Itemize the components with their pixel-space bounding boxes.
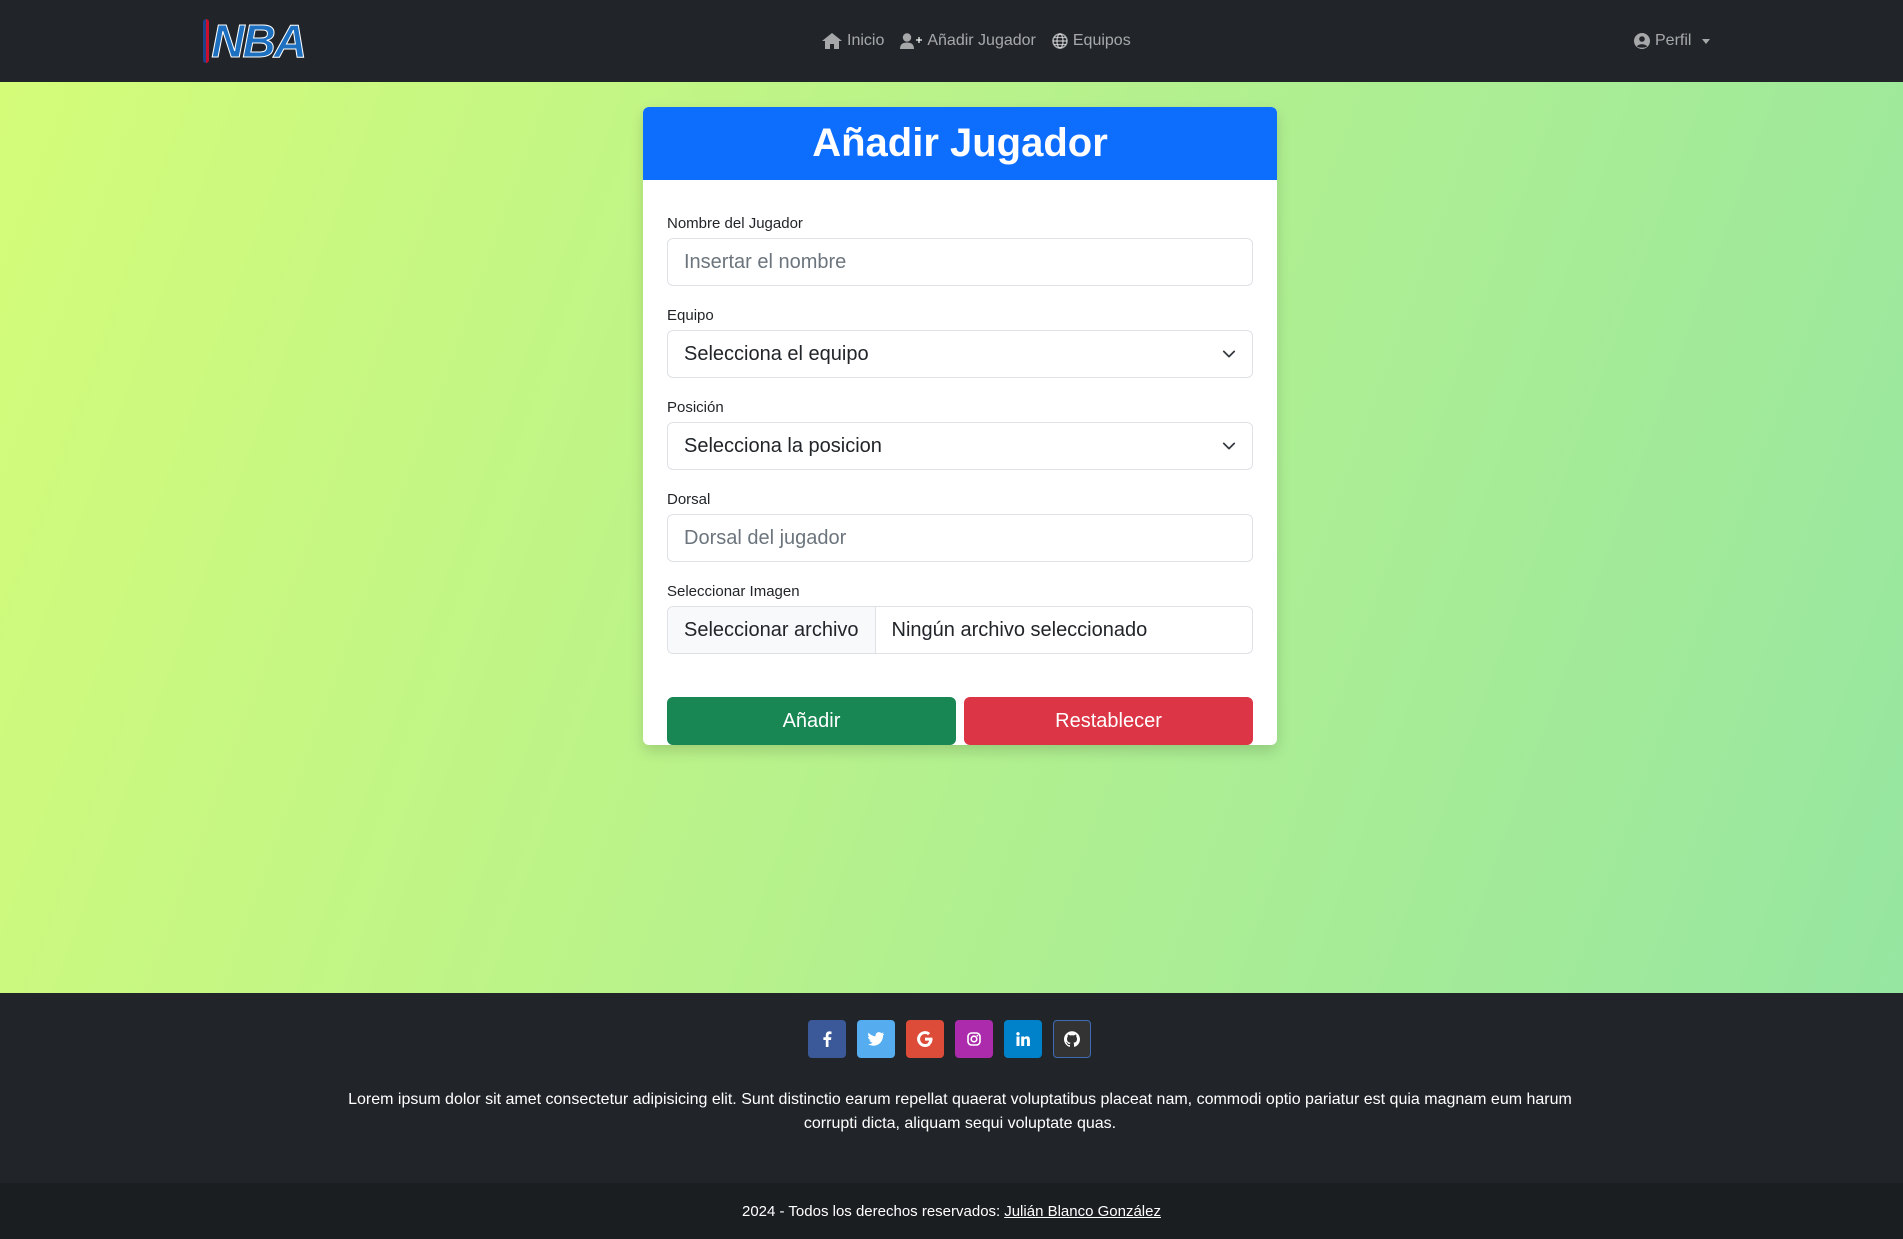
facebook-icon xyxy=(823,1031,832,1047)
image-label: Seleccionar Imagen xyxy=(667,583,800,600)
nav-link-anadir-jugador[interactable]: Añadir Jugador xyxy=(900,32,1036,50)
linkedin-icon xyxy=(1016,1032,1030,1046)
position-select[interactable]: Selecciona la posicion xyxy=(667,422,1253,470)
choose-file-button[interactable]: Seleccionar archivo xyxy=(668,607,876,653)
author-link[interactable]: Julián Blanco González xyxy=(1004,1203,1161,1220)
player-name-input[interactable] xyxy=(684,250,1236,274)
copyright-bar: 2024 - Todos los derechos reservados: Ju… xyxy=(0,1183,1903,1239)
reset-button[interactable]: Restablecer xyxy=(964,697,1253,745)
footer-description: Lorem ipsum dolor sit amet consectetur a… xyxy=(348,1091,1572,1132)
number-field-wrapper xyxy=(667,514,1253,562)
team-label: Equipo xyxy=(667,307,714,324)
position-label: Posición xyxy=(667,399,724,416)
nav-link-inicio[interactable]: Inicio xyxy=(822,32,884,50)
nba-logo[interactable]: NBA xyxy=(203,15,308,67)
name-field-wrapper xyxy=(667,238,1253,286)
number-label: Dorsal xyxy=(667,491,711,508)
nba-logo-icon xyxy=(203,19,210,63)
logo-text: NBA xyxy=(211,15,308,67)
user-plus-icon xyxy=(900,33,923,49)
profile-label: Perfil xyxy=(1655,32,1692,49)
linkedin-button[interactable] xyxy=(1004,1020,1042,1058)
instagram-button[interactable] xyxy=(955,1020,993,1058)
player-number-input[interactable] xyxy=(684,526,1236,550)
google-icon xyxy=(917,1031,933,1047)
chevron-down-icon xyxy=(1222,350,1236,358)
twitter-icon xyxy=(868,1032,884,1046)
twitter-button[interactable] xyxy=(857,1020,895,1058)
name-label: Nombre del Jugador xyxy=(667,215,803,232)
social-links xyxy=(808,1020,1091,1058)
nav-link-equipos[interactable]: Equipos xyxy=(1052,32,1131,50)
chevron-down-icon xyxy=(1222,442,1236,450)
file-status: Ningún archivo seleccionado xyxy=(891,618,1148,641)
submit-button[interactable]: Añadir xyxy=(667,697,956,745)
nav-link-label: Añadir Jugador xyxy=(927,32,1036,49)
github-button[interactable] xyxy=(1053,1020,1091,1058)
google-button[interactable] xyxy=(906,1020,944,1058)
team-select[interactable]: Selecciona el equipo xyxy=(667,330,1253,378)
main-content: Añadir Jugador Nombre del Jugador Equipo… xyxy=(0,82,1903,993)
user-circle-icon xyxy=(1634,33,1650,49)
github-icon xyxy=(1064,1031,1080,1047)
image-file-input[interactable]: Seleccionar archivo Ningún archivo selec… xyxy=(667,606,1253,654)
globe-icon xyxy=(1052,33,1068,49)
team-select-value: Selecciona el equipo xyxy=(684,342,869,365)
copyright-text: 2024 - Todos los derechos reservados: xyxy=(742,1202,1001,1220)
profile-dropdown[interactable]: Perfil xyxy=(1634,28,1711,54)
add-player-card: Añadir Jugador Nombre del Jugador Equipo… xyxy=(643,107,1277,745)
caret-down-icon xyxy=(1702,38,1711,44)
instagram-icon xyxy=(967,1032,981,1046)
nav-link-label: Equipos xyxy=(1072,32,1131,49)
nav-links: Inicio Añadir Jugador Equipos xyxy=(822,28,1131,54)
facebook-button[interactable] xyxy=(808,1020,846,1058)
card-title: Añadir Jugador xyxy=(643,107,1277,180)
nav-link-label: Inicio xyxy=(847,32,885,49)
home-icon xyxy=(822,33,842,49)
position-select-value: Selecciona la posicion xyxy=(684,434,882,457)
navbar: NBA Inicio Añadir Jugador Equipos Perfil xyxy=(0,0,1903,82)
footer: Lorem ipsum dolor sit amet consectetur a… xyxy=(0,993,1903,1183)
